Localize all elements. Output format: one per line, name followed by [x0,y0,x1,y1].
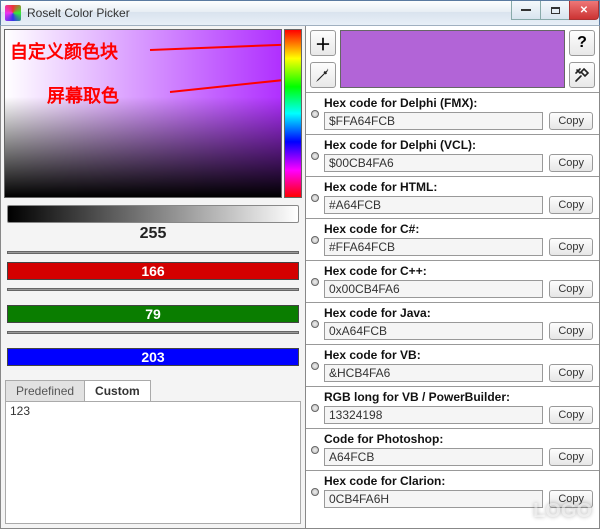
hex-row: Hex code for Delphi (VCL): Copy [306,134,599,176]
copy-button[interactable]: Copy [549,448,593,466]
minimize-button[interactable] [511,1,541,20]
tools-icon [574,67,590,83]
hex-row: Hex code for Delphi (FMX): Copy [306,92,599,134]
copy-button[interactable]: Copy [549,364,593,382]
hex-row: Hex code for Java: Copy [306,302,599,344]
red-track[interactable] [7,251,299,254]
copy-button[interactable]: Copy [549,322,593,340]
client-area: 自定义颜色块 屏幕取色 255 166 79 203 Predefined Cu… [0,26,600,529]
window-title: Roselt Color Picker [27,6,130,20]
hex-row: Code for Photoshop: Copy [306,428,599,470]
hex-label: RGB long for VB / PowerBuilder: [324,390,593,404]
copy-button[interactable]: Copy [549,406,593,424]
tabstrip: Predefined Custom [5,380,301,402]
hex-input[interactable] [324,448,543,466]
copy-button[interactable]: Copy [549,112,593,130]
left-panel: 自定义颜色块 屏幕取色 255 166 79 203 Predefined Cu… [0,26,306,529]
hex-row: Hex code for C#: Copy [306,218,599,260]
blue-value: 203 [141,349,164,365]
hex-row: Hex code for C++: Copy [306,260,599,302]
hex-input[interactable] [324,322,543,340]
right-panel: ＋ ? Hex code for Delphi (FMX):CopyHex co… [306,26,600,529]
hex-row: RGB long for VB / PowerBuilder: Copy [306,386,599,428]
annotation-arrows [5,30,282,198]
custom-text: 123 [10,404,30,418]
hex-row: Hex code for Clarion: Copy [306,470,599,512]
copy-button[interactable]: Copy [549,280,593,298]
hex-label: Hex code for Delphi (FMX): [324,96,593,110]
hex-input[interactable] [324,112,543,130]
settings-button[interactable] [569,62,595,88]
hex-input[interactable] [324,238,543,256]
hex-label: Hex code for C#: [324,222,593,236]
help-button[interactable]: ? [569,30,595,56]
green-slider[interactable]: 79 [7,305,299,323]
color-field[interactable]: 自定义颜色块 屏幕取色 [4,29,282,198]
color-picker-row: 自定义颜色块 屏幕取色 [1,26,305,201]
hex-input[interactable] [324,196,543,214]
copy-button[interactable]: Copy [549,154,593,172]
tab-custom[interactable]: Custom [84,380,151,401]
eyedropper-button[interactable] [310,62,336,88]
hex-input[interactable] [324,280,543,298]
green-track[interactable] [7,288,299,291]
copy-button[interactable]: Copy [549,490,593,508]
hex-label: Hex code for Delphi (VCL): [324,138,593,152]
hex-row: Hex code for VB: Copy [306,344,599,386]
annotation-custom-block: 自定义颜色块 [10,38,118,64]
copy-button[interactable]: Copy [549,196,593,214]
hex-label: Hex code for Java: [324,306,593,320]
preview-row: ＋ ? [306,26,599,92]
hue-slider[interactable] [284,29,302,198]
right-icon-column: ? [569,30,595,88]
copy-button[interactable]: Copy [549,238,593,256]
close-button[interactable]: ✕ [569,1,599,20]
hex-label: Hex code for HTML: [324,180,593,194]
hex-label: Hex code for C++: [324,264,593,278]
plus-icon: ＋ [315,31,331,55]
app-icon [5,5,21,21]
window-controls: ✕ [512,1,599,21]
eyedropper-icon [315,67,331,83]
hex-label: Hex code for Clarion: [324,474,593,488]
hex-row: Hex code for HTML: Copy [306,176,599,218]
hex-input[interactable] [324,490,543,508]
hex-input[interactable] [324,364,543,382]
help-icon: ? [577,34,587,52]
annotation-screen-pick: 屏幕取色 [47,82,119,108]
blue-slider[interactable]: 203 [7,348,299,366]
tab-body: 123 [5,402,301,524]
green-value: 79 [145,306,161,322]
blue-track[interactable] [7,331,299,334]
tab-predefined[interactable]: Predefined [5,380,85,401]
hex-input[interactable] [324,154,543,172]
red-value: 166 [141,263,164,279]
titlebar: Roselt Color Picker ✕ [0,0,600,26]
hex-label: Code for Photoshop: [324,432,593,446]
alpha-slider[interactable] [7,205,299,223]
alpha-value: 255 [1,225,305,243]
hex-list: Hex code for Delphi (FMX):CopyHex code f… [306,92,599,528]
left-icon-column: ＋ [310,30,336,88]
hex-input[interactable] [324,406,543,424]
maximize-button[interactable] [540,1,570,20]
hex-label: Hex code for VB: [324,348,593,362]
add-color-button[interactable]: ＋ [310,30,336,56]
color-swatch [340,30,565,88]
red-slider[interactable]: 166 [7,262,299,280]
